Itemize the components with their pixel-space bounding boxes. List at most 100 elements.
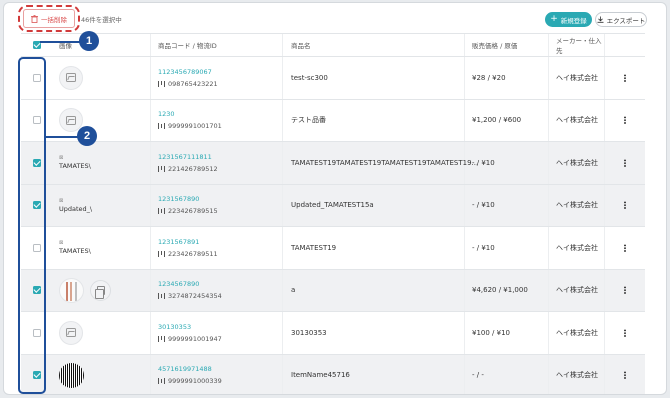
kebab-menu-icon — [624, 201, 626, 210]
image-cell — [53, 57, 151, 99]
kebab-menu-icon — [624, 73, 626, 82]
image-cell: ⊠ TAMATES\ — [53, 142, 151, 184]
image-icon — [66, 73, 76, 83]
price-cost: - / - — [465, 354, 549, 394]
product-code-link[interactable]: 1231567891 — [158, 238, 282, 246]
image-cell — [53, 99, 151, 141]
broken-image: ⊠ TAMATES\ — [59, 155, 91, 170]
product-name: TAMATEST19 — [283, 227, 465, 269]
product-code-link[interactable]: 1231567111811 — [158, 153, 282, 161]
bulk-delete-highlight-ring — [18, 5, 80, 32]
logistics-id-value: 9999991001701 — [168, 122, 222, 131]
export-button[interactable]: エクスポート — [595, 12, 647, 27]
product-name: 30130353 — [283, 312, 465, 354]
price-cost: - / ¥10 — [465, 184, 549, 226]
kebab-menu-icon — [624, 158, 626, 167]
barcode-icon — [158, 293, 165, 300]
maker-supplier: ヘイ株式会社 — [549, 99, 605, 141]
product-code-link[interactable]: 30130353 — [158, 323, 282, 331]
more-images-button[interactable] — [90, 279, 111, 301]
product-name: ItemName45716 — [283, 354, 465, 394]
product-name: Updated_TAMATEST15a — [283, 184, 465, 226]
product-table: 画像 商品コード / 物流ID 商品名 販売価格 / 原価 メーカー・仕入先 1… — [21, 33, 645, 395]
product-code-link[interactable]: 4571619971488 — [158, 365, 282, 373]
product-code-link[interactable]: 1230 — [158, 110, 282, 118]
logistics-id-value: 223426789515 — [168, 207, 218, 216]
table-row[interactable]: 1234567890 3274872454354 a ¥4,620 / ¥1,0… — [21, 269, 645, 312]
annotation-badge-2: 2 — [77, 126, 97, 146]
logistics-id: 223426789511 — [158, 250, 282, 258]
product-photo — [59, 277, 84, 303]
row-menu-button[interactable] — [605, 227, 645, 269]
barcode-icon — [158, 250, 165, 257]
broken-image-alt: TAMATES\ — [59, 162, 91, 171]
product-code-link[interactable]: 1123456789067 — [158, 68, 282, 76]
logistics-id: 223426789515 — [158, 207, 282, 215]
code-cell: 1231567890 223426789515 — [151, 184, 283, 226]
table-row[interactable]: ⊠ TAMATES\ 1231567891 223426789511 TAMATE… — [21, 227, 645, 270]
logistics-id: 9999991001701 — [158, 122, 282, 130]
maker-supplier: ヘイ株式会社 — [549, 184, 605, 226]
logistics-id-value: 223426789511 — [168, 249, 218, 258]
logistics-id: 9999991001947 — [158, 335, 282, 343]
table-row[interactable]: 1123456789067 098765423221 test-sc300 ¥2… — [21, 57, 645, 100]
barcode-icon — [158, 335, 165, 342]
image-cell: ⊠ Updated_\ — [53, 184, 151, 226]
product-code-link[interactable]: 1234567890 — [158, 280, 282, 288]
annotation-leader-1 — [40, 41, 82, 43]
logistics-id: 098765423221 — [158, 80, 282, 88]
broken-image-icon: ⊠ — [59, 240, 64, 247]
image-placeholder — [59, 65, 83, 90]
checkbox-column-highlight — [18, 57, 46, 394]
logistics-id: 221426789512 — [158, 165, 282, 173]
row-menu-button[interactable] — [605, 185, 645, 227]
logistics-id-value: 221426789512 — [168, 164, 218, 173]
image-placeholder — [59, 320, 83, 345]
row-menu-button[interactable] — [605, 355, 645, 395]
table-row[interactable]: 1230 9999991001701 テスト品番 ¥1,200 / ¥600 ヘ… — [21, 99, 645, 142]
row-menu-button[interactable] — [605, 270, 645, 312]
new-registration-button[interactable]: + 新規登録 — [545, 12, 592, 27]
table-row[interactable]: 30130353 9999991001947 30130353 ¥100 / ¥… — [21, 312, 645, 355]
product-list-panel: 一括削除 46件を選択中 + 新規登録 エクスポート 画像 商品コード / 物流… — [3, 2, 667, 395]
logistics-id-value: 098765423221 — [168, 79, 218, 88]
code-cell: 1123456789067 098765423221 — [151, 57, 283, 99]
image-cell: ⊠ TAMATES\ — [53, 227, 151, 269]
row-menu-button[interactable] — [605, 57, 645, 99]
broken-image-icon: ⊠ — [59, 197, 64, 204]
broken-image-alt: TAMATES\ — [59, 247, 91, 256]
plus-icon: + — [550, 14, 558, 24]
copy-images-icon — [94, 285, 105, 299]
maker-supplier: ヘイ株式会社 — [549, 312, 605, 354]
header-menu — [605, 34, 645, 56]
product-code-link[interactable]: 1231567890 — [158, 195, 282, 203]
row-menu-button[interactable] — [605, 100, 645, 142]
logistics-id-value: 9999991001947 — [168, 334, 222, 343]
broken-image: ⊠ TAMATES\ — [59, 240, 91, 255]
code-cell: 1231567111811 221426789512 — [151, 142, 283, 184]
maker-supplier: ヘイ株式会社 — [549, 142, 605, 184]
product-name: TAMATEST19TAMATEST19TAMATEST19TAMATEST19… — [283, 142, 478, 184]
annotation-leader-2 — [46, 136, 78, 138]
new-registration-label: 新規登録 — [560, 16, 587, 25]
code-cell: 1231567891 223426789511 — [151, 227, 283, 269]
header-code: 商品コード / 物流ID — [151, 34, 283, 56]
table-row[interactable]: ⊠ Updated_\ 1231567890 223426789515 Updat… — [21, 184, 645, 227]
product-name: test-sc300 — [283, 57, 465, 99]
maker-supplier: ヘイ株式会社 — [549, 354, 605, 394]
row-menu-button[interactable] — [605, 142, 645, 184]
image-icon — [66, 328, 76, 338]
table-row[interactable]: 4571619971488 9999991000339 ItemName4571… — [21, 354, 645, 395]
header-price: 販売価格 / 原価 — [465, 34, 549, 56]
header-image: 画像 — [53, 34, 151, 56]
price-cost: ¥28 / ¥20 — [465, 57, 549, 99]
code-cell: 1234567890 3274872454354 — [151, 269, 283, 311]
price-cost: - / ¥10 — [465, 142, 549, 184]
kebab-menu-icon — [624, 328, 626, 337]
header-name: 商品名 — [283, 34, 465, 56]
logistics-id-value: 3274872454354 — [168, 292, 222, 301]
logistics-id-value: 9999991000339 — [168, 377, 222, 386]
table-row[interactable]: ⊠ TAMATES\ 1231567111811 221426789512 TAM… — [21, 142, 645, 185]
row-menu-button[interactable] — [605, 312, 645, 354]
maker-supplier: ヘイ株式会社 — [549, 227, 605, 269]
